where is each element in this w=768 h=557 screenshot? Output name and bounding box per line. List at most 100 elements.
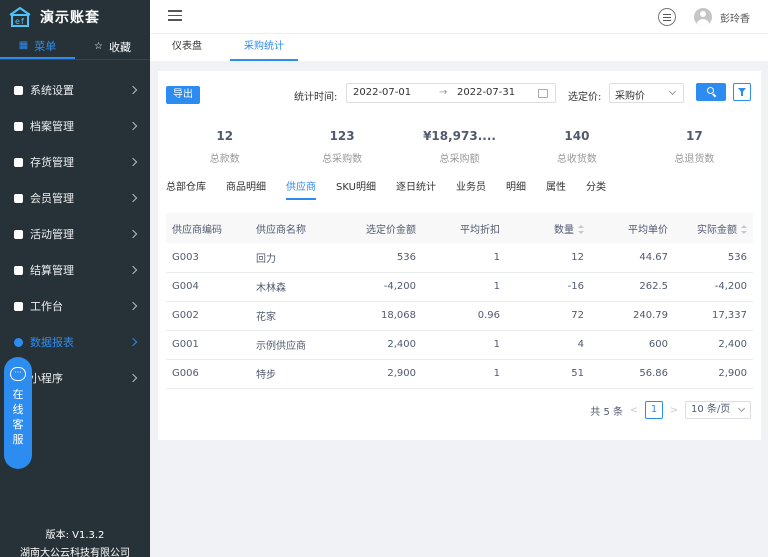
- column-header[interactable]: 供应商编码: [166, 213, 250, 243]
- chevron-right-icon: [128, 193, 138, 203]
- tab-supplier[interactable]: 供应商: [286, 178, 316, 200]
- sidebar-tab-favorites[interactable]: ☆ 收藏: [75, 34, 150, 59]
- page-size-select[interactable]: 10 条/页: [685, 401, 751, 419]
- table-cell: 示例供应商: [250, 330, 340, 360]
- sidebar-item-activities[interactable]: 活动管理: [0, 216, 150, 252]
- stat-value: 12: [216, 129, 234, 143]
- collapse-menu-icon[interactable]: [168, 10, 182, 22]
- column-header[interactable]: 平均单价: [590, 213, 674, 243]
- sidebar-menu: 系统设置 档案管理 存货管理 会员管理 活动管理 结算管理 工作台 数据报表 小…: [0, 72, 150, 396]
- avatar[interactable]: [694, 8, 712, 26]
- tab-purchase-statistics[interactable]: 采购统计: [230, 34, 298, 61]
- sort-icon[interactable]: [578, 225, 584, 234]
- sidebar-item-label: 工作台: [30, 300, 63, 313]
- table-cell: G004: [166, 272, 250, 302]
- tab-salesperson[interactable]: 业务员: [456, 178, 486, 200]
- column-header[interactable]: 选定价金额: [340, 213, 422, 243]
- sidebar-item-archives[interactable]: 档案管理: [0, 108, 150, 144]
- column-header-sortable[interactable]: 数量: [506, 213, 590, 243]
- page-number-button[interactable]: 1: [645, 401, 663, 419]
- chevron-right-icon: [128, 301, 138, 311]
- stat-label: 总款数: [209, 154, 240, 165]
- logo: e f 演示账套: [0, 0, 150, 34]
- table-cell: 2,900: [340, 359, 422, 389]
- stat-label: 总采购数: [322, 154, 363, 165]
- sidebar-item-label: 结算管理: [30, 264, 74, 277]
- tab-attribute[interactable]: 属性: [546, 178, 566, 200]
- table-row: G004 木林森 -4,200 1 -16 262.5 -4,200: [166, 272, 753, 302]
- chevron-right-icon: [128, 265, 138, 275]
- stat-value: 140: [564, 129, 590, 143]
- export-button[interactable]: 导出: [166, 86, 200, 104]
- tab-category[interactable]: 分类: [586, 178, 606, 200]
- chevron-right-icon: [128, 157, 138, 167]
- date-range-picker[interactable]: 2022-07-01 → 2022-07-31: [346, 83, 556, 103]
- sidebar-item-label: 存货管理: [30, 156, 74, 169]
- tab-detail[interactable]: 明细: [506, 178, 526, 200]
- company-text: 湖南大公云科技有限公司: [20, 548, 130, 557]
- sidebar-item-system-settings[interactable]: 系统设置: [0, 72, 150, 108]
- stat-total-returned: 17 总退货数: [636, 129, 753, 169]
- sidebar-item-workbench[interactable]: 工作台: [0, 288, 150, 324]
- report-sub-tabs: 总部仓库 商品明细 供应商 SKU明细 逐日统计 业务员 明细 属性 分类: [166, 178, 626, 200]
- menu-circle-icon[interactable]: [658, 8, 676, 26]
- prev-page-button[interactable]: <: [629, 405, 639, 416]
- wallet-icon: [14, 265, 23, 275]
- svg-text:f: f: [21, 17, 24, 26]
- table-cell: 600: [590, 330, 674, 360]
- calendar-icon: [538, 89, 548, 98]
- column-header-label: 数量: [554, 224, 574, 236]
- sidebar-item-label: 数据报表: [30, 336, 74, 349]
- price-select[interactable]: 采购价: [609, 83, 684, 103]
- gift-icon: [14, 229, 23, 239]
- sidebar-tab-menu[interactable]: ▦ 菜单: [0, 34, 75, 59]
- chevron-right-icon: [128, 373, 138, 383]
- username[interactable]: 彭玲香: [720, 10, 750, 25]
- table-cell: 回力: [250, 243, 340, 273]
- online-service-char: 客: [12, 418, 24, 431]
- online-service-button[interactable]: ··· 在 线 客 服: [4, 357, 32, 469]
- chart-icon: [14, 337, 23, 347]
- stat-value: 123: [329, 129, 355, 143]
- table-cell: 18,068: [340, 301, 422, 331]
- chevron-right-icon: [128, 85, 138, 95]
- table-cell: 536: [674, 243, 753, 273]
- table-cell: G003: [166, 243, 250, 273]
- sort-icon[interactable]: [741, 225, 747, 234]
- sidebar-item-settlement[interactable]: 结算管理: [0, 252, 150, 288]
- tab-daily[interactable]: 逐日统计: [396, 178, 436, 200]
- stat-label: 总采购额: [439, 154, 480, 165]
- tab-hq-warehouse[interactable]: 总部仓库: [166, 178, 206, 200]
- version-text: 版本: V1.3.2: [45, 530, 105, 541]
- table-cell: 2,900: [674, 359, 753, 389]
- table-cell: G006: [166, 359, 250, 389]
- search-button[interactable]: [696, 83, 726, 101]
- start-date: 2022-07-01: [353, 87, 412, 98]
- summary-stats: 12 总款数 123 总采购数 ¥18,973.... 总采购额 140 总收货…: [166, 129, 753, 169]
- table-cell: G002: [166, 301, 250, 331]
- table-row: G002 花家 18,068 0.96 72 240.79 17,337: [166, 301, 753, 331]
- sidebar-item-reports[interactable]: 数据报表: [0, 324, 150, 360]
- stat-total-received: 140 总收货数: [518, 129, 635, 169]
- table-cell: 12: [506, 243, 590, 273]
- table-cell: -16: [506, 272, 590, 302]
- column-header-sortable[interactable]: 实际金额: [674, 213, 753, 243]
- tab-dashboard[interactable]: 仪表盘: [158, 34, 216, 61]
- column-header[interactable]: 平均折扣: [422, 213, 506, 243]
- app-title: 演示账套: [40, 10, 100, 26]
- search-icon: [707, 87, 714, 94]
- tab-sku-detail[interactable]: SKU明细: [336, 178, 376, 200]
- table-cell: 51: [506, 359, 590, 389]
- sidebar-item-label: 系统设置: [30, 84, 74, 97]
- sidebar-item-members[interactable]: 会员管理: [0, 180, 150, 216]
- tab-product-detail[interactable]: 商品明细: [226, 178, 266, 200]
- stat-total-purchase-qty: 123 总采购数: [283, 129, 400, 169]
- chevron-down-icon: [668, 87, 677, 96]
- filter-button[interactable]: [733, 83, 751, 101]
- sidebar-item-inventory[interactable]: 存货管理: [0, 144, 150, 180]
- chevron-right-icon: [128, 337, 138, 347]
- column-header[interactable]: 供应商名称: [250, 213, 340, 243]
- next-page-button[interactable]: >: [669, 405, 679, 416]
- table-cell: 44.67: [590, 243, 674, 273]
- table-cell: G001: [166, 330, 250, 360]
